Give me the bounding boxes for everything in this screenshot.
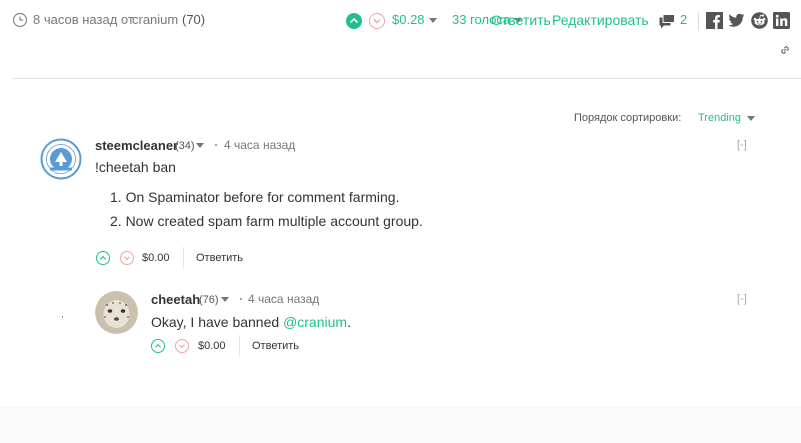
linkedin-icon[interactable] — [773, 12, 790, 29]
chevron-up-icon — [349, 17, 359, 24]
comment-list-item: 1. On Spaminator before for comment farm… — [110, 189, 400, 205]
collapse-comment-button[interactable]: [-] — [737, 293, 747, 305]
comment-author-rep: (76) — [199, 294, 219, 306]
comment-time-ago[interactable]: 4 часа назад — [248, 292, 319, 306]
comment-body-suffix: . — [347, 314, 351, 330]
reddit-icon[interactable] — [751, 12, 768, 29]
comment-author-link[interactable]: cheetah — [151, 292, 200, 308]
comment-upvote-button[interactable] — [96, 251, 110, 265]
clock-icon — [12, 12, 28, 28]
separator-dot — [215, 144, 217, 146]
edit-button[interactable]: Редактировать — [552, 12, 649, 28]
author-menu-caret-icon[interactable] — [221, 297, 229, 302]
comment-author-link[interactable]: steemcleaner — [95, 138, 178, 154]
comment-payout[interactable]: $0.00 — [198, 339, 226, 353]
post-author-link[interactable]: cranium — [132, 12, 178, 28]
comment-upvote-button[interactable] — [151, 339, 165, 353]
comment-body-text: Okay, I have banned @cranium. — [151, 313, 351, 331]
mention-link[interactable]: @cranium — [283, 314, 347, 330]
twitter-icon[interactable] — [728, 12, 745, 29]
chevron-down-icon — [124, 256, 130, 261]
comment-body-prefix: Okay, I have banned — [151, 314, 284, 330]
chevron-down-icon — [373, 19, 381, 24]
comment-reply-button[interactable]: Ответить — [196, 251, 243, 265]
comment-downvote-button[interactable] — [120, 251, 134, 265]
downvote-button[interactable] — [369, 13, 385, 29]
facebook-icon[interactable] — [706, 12, 723, 29]
share-divider — [698, 12, 699, 30]
reply-button[interactable]: Ответить — [491, 12, 551, 28]
comment-list-item: 2. Now created spam farm multiple accoun… — [110, 213, 423, 229]
avatar[interactable] — [40, 138, 82, 180]
chevron-down-icon — [179, 344, 185, 349]
avatar[interactable] — [95, 291, 138, 334]
chevron-up-icon — [100, 255, 106, 260]
author-menu-caret-icon[interactable] — [196, 143, 204, 148]
sort-value: Trending — [698, 112, 742, 124]
comment-payout[interactable]: $0.00 — [142, 251, 170, 265]
thread-marker — [62, 316, 63, 318]
comment-time-ago[interactable]: 4 часа назад — [224, 138, 295, 152]
comment-reply-button[interactable]: Ответить — [252, 339, 299, 353]
upvote-button[interactable] — [346, 13, 362, 29]
post-author-rep: (70) — [182, 12, 206, 27]
caret-down-icon — [747, 115, 756, 121]
comments-panel — [0, 79, 801, 405]
comment-body-text: !cheetah ban — [95, 159, 176, 175]
post-payout-value: $0.28 — [392, 12, 425, 27]
divider — [183, 247, 184, 269]
divider — [239, 335, 240, 357]
sort-dropdown[interactable]: Trending — [698, 112, 756, 124]
comment-count[interactable]: 2 — [680, 12, 687, 28]
collapse-comment-button[interactable]: [-] — [737, 139, 747, 151]
post-time-ago: 8 часов назад от — [33, 12, 134, 27]
comments-icon[interactable] — [659, 14, 675, 29]
sort-label: Порядок сортировки: — [574, 112, 682, 124]
separator-dot — [240, 298, 242, 300]
caret-down-icon — [428, 18, 437, 24]
comment-author-rep: (34) — [175, 140, 195, 152]
post-payout-dropdown[interactable]: $0.28 — [392, 12, 437, 28]
chevron-up-icon — [155, 343, 161, 348]
link-icon[interactable] — [779, 44, 791, 56]
comment-downvote-button[interactable] — [175, 339, 189, 353]
